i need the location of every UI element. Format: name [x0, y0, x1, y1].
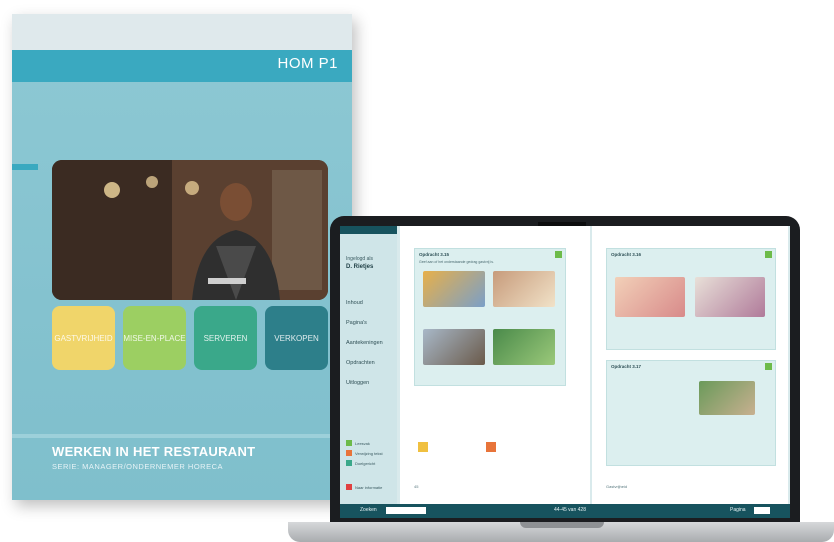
exercise-description: Geef aan of het onderstaande gedrag gast… — [419, 260, 494, 264]
app-sidebar: Ingelogd als D. Rietjes Inhoud Pagina's … — [340, 226, 397, 504]
legend-swatch — [346, 440, 352, 446]
book-subtitle: SERIE: MANAGER/ONDERNEMER HORECA — [52, 462, 224, 471]
book-topic-tiles: GASTVRIJHEID MISE-EN-PLACE SERVEREN VERK… — [52, 306, 328, 370]
tile-serveren: SERVEREN — [194, 306, 257, 370]
page-label: Pagina — [730, 507, 746, 513]
exercise-card: Opdracht 3.16 — [606, 248, 776, 350]
info-label: Naar informatie — [355, 484, 383, 490]
book-divider — [12, 434, 352, 438]
legend-label: Leesvak — [355, 440, 370, 446]
check-icon[interactable] — [765, 363, 772, 370]
exercise-photo — [493, 271, 555, 307]
book-cover: HOM P1 GASTVRIJHEID MISE-EN-PLACE SERVER… — [12, 14, 352, 500]
info-icon — [346, 484, 352, 490]
exercise-photo — [423, 271, 485, 307]
sidebar-item-opdrachten[interactable]: Opdrachten — [346, 360, 375, 366]
page-number-left: 45 — [414, 484, 419, 489]
page-footer-right: Gastvrijheid — [606, 484, 628, 489]
tile-mise-en-place: MISE-EN-PLACE — [123, 306, 186, 370]
book-page-right: Opdracht 3.16 Opdracht 3.17 Gastvrijheid — [592, 226, 788, 504]
exercise-card: Opdracht 3.17 — [606, 360, 776, 466]
info-link[interactable]: Naar informatie — [346, 484, 382, 490]
exercise-title: Opdracht 3.15 — [419, 252, 450, 257]
check-icon[interactable] — [555, 251, 562, 258]
exercise-photo — [699, 381, 755, 415]
sidebar-item-uitloggen[interactable]: Uitloggen — [346, 380, 369, 386]
exercise-photo — [423, 329, 485, 365]
tile-gastvrijheid: GASTVRIJHEID — [52, 306, 115, 370]
legend-item: Doelgericht — [346, 460, 375, 466]
waiter-illustration — [52, 160, 328, 300]
book-code: HOM P1 — [277, 55, 338, 72]
gift-icon — [486, 442, 496, 452]
check-icon[interactable] — [765, 251, 772, 258]
exercise-title: Opdracht 3.16 — [611, 252, 642, 257]
user-name: D. Rietjes — [346, 264, 374, 270]
legend-label: Doelgericht — [355, 460, 376, 466]
zoom-input[interactable] — [386, 507, 426, 514]
exercise-photo — [615, 277, 685, 317]
legend-label: Verwijzing tekst — [355, 450, 383, 456]
legend-swatch — [346, 460, 352, 466]
zoom-label: Zoeken — [360, 507, 377, 513]
tip-icon — [418, 442, 428, 452]
sidebar-item-aantekeningen[interactable]: Aantekeningen — [346, 340, 383, 346]
exercise-photo — [695, 277, 765, 317]
exercise-photo — [493, 329, 555, 365]
book-top-stripe — [12, 14, 352, 50]
book-page-left: Opdracht 3.15 Geef aan of het onderstaan… — [400, 226, 590, 504]
reader-bottom-bar: Zoeken 44-45 van 428 Pagina — [340, 504, 790, 518]
laptop-screen: Ingelogd als D. Rietjes Inhoud Pagina's … — [340, 226, 790, 518]
page-info: 44-45 van 428 — [554, 507, 586, 513]
tile-verkopen: VERKOPEN — [265, 306, 328, 370]
book-title: WERKEN IN HET RESTAURANT — [52, 444, 256, 459]
login-label: Ingelogd als — [346, 256, 373, 262]
book-cover-photo — [52, 160, 328, 300]
legend-item: Verwijzing tekst — [346, 450, 383, 456]
sidebar-item-inhoud[interactable]: Inhoud — [346, 300, 363, 306]
laptop-hinge-notch — [520, 522, 604, 528]
page-input[interactable] — [754, 507, 770, 514]
legend-item: Leesvak — [346, 440, 370, 446]
legend-swatch — [346, 450, 352, 456]
app-brand-bar — [340, 226, 397, 234]
book-side-tab — [12, 164, 38, 170]
sidebar-item-paginas[interactable]: Pagina's — [346, 320, 367, 326]
answer-options — [414, 436, 564, 476]
exercise-title: Opdracht 3.17 — [611, 364, 642, 369]
exercise-card: Opdracht 3.15 Geef aan of het onderstaan… — [414, 248, 566, 386]
